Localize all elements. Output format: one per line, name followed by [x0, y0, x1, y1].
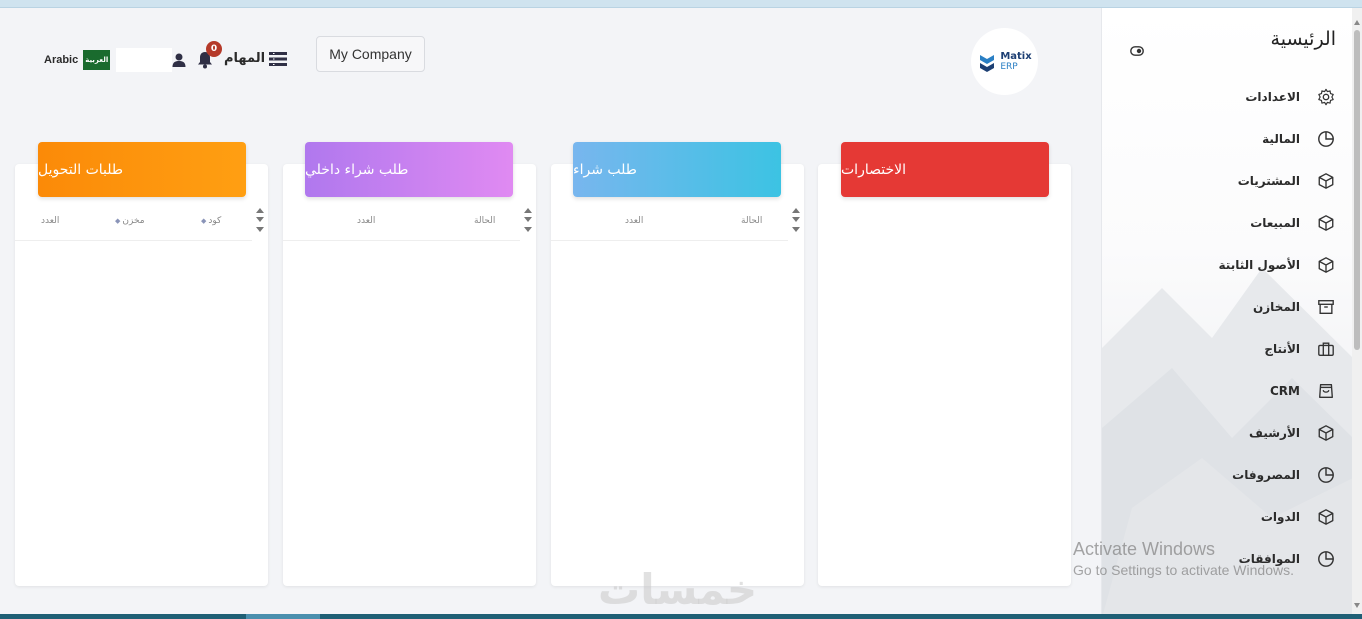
scroll-up-arrow[interactable] — [1354, 20, 1360, 25]
column-count[interactable]: العدد — [357, 216, 375, 226]
sidebar-toggle-icon[interactable] — [1130, 46, 1144, 56]
cube-icon — [1316, 423, 1336, 443]
notification-count-badge: 0 — [206, 41, 222, 57]
sort-icon: ◆ — [115, 217, 121, 225]
user-menu-button[interactable] — [172, 53, 186, 67]
shortcuts-card-header: الاختصارات — [841, 142, 1049, 197]
sidebar-item-7[interactable]: CRM — [1102, 370, 1352, 412]
column-status[interactable]: الحالة — [741, 216, 762, 226]
tasks-label: المهام — [224, 51, 266, 66]
cube-icon — [1316, 213, 1336, 233]
internal-purchase-request-scroll-stepper[interactable] — [524, 208, 534, 236]
company-selector-button[interactable]: My Company — [316, 36, 425, 72]
pie-chart-icon — [1316, 549, 1336, 569]
transfer-requests-title: طلبات التحويل — [38, 161, 124, 178]
archive-box-icon — [1316, 297, 1336, 317]
sidebar-item-0[interactable]: الاعدادات — [1102, 76, 1352, 118]
notifications-button[interactable]: 0 — [197, 41, 222, 70]
language-selector[interactable]: Arabic العربية — [44, 50, 111, 70]
sidebar-item-label: الأصول الثابتة — [1218, 258, 1300, 272]
sidebar: الرئيسية الاعدادات المالية المشتريات المبيع… — [1101, 8, 1352, 614]
pie-chart-icon — [1316, 465, 1336, 485]
window-top-strip — [0, 0, 1362, 8]
sidebar-item-5[interactable]: المخازن — [1102, 286, 1352, 328]
matix-erp-logo[interactable]: Matix ERP — [971, 28, 1038, 95]
briefcase-icon — [1316, 339, 1336, 359]
cube-icon — [1316, 255, 1336, 275]
activate-windows-title: Activate Windows — [1073, 539, 1216, 559]
sidebar-item-9[interactable]: المصروفات — [1102, 454, 1352, 496]
internal-purchase-request-title: طلب شراء داخلي — [305, 161, 409, 178]
taskbar-strip — [0, 614, 1362, 619]
saudi-flag-icon: العربية — [83, 50, 111, 70]
sort-icon: ◆ — [201, 217, 207, 225]
activate-windows-subtitle: Go to Settings to activate Windows. — [1073, 562, 1294, 578]
column-count[interactable]: العدد — [625, 216, 643, 226]
column-warehouse[interactable]: ◆ مخزن — [115, 216, 145, 226]
sidebar-item-label: الدوات — [1260, 510, 1300, 524]
transfer-requests-table-header: ◆ كود ◆ مخزن العدد — [15, 211, 252, 241]
shortcuts-card — [818, 164, 1071, 586]
tasks-list-icon — [269, 51, 288, 66]
sidebar-menu: الاعدادات المالية المشتريات المبيعات الأصول … — [1102, 76, 1352, 580]
internal-purchase-request-table-header: الحالة العدد — [283, 211, 520, 241]
sidebar-item-label: الأرشيف — [1249, 426, 1300, 440]
language-label: Arabic — [44, 54, 79, 66]
transfer-requests-card: ◆ كود ◆ مخزن العدد — [15, 164, 268, 586]
page-scrollbar[interactable] — [1352, 8, 1362, 614]
sidebar-item-6[interactable]: الأنتاج — [1102, 328, 1352, 370]
user-icon — [172, 53, 186, 67]
sidebar-item-2[interactable]: المشتريات — [1102, 160, 1352, 202]
internal-purchase-request-card-header: طلب شراء داخلي — [305, 142, 513, 197]
sidebar-item-label: الاعدادات — [1245, 90, 1300, 104]
sidebar-item-label: CRM — [1270, 384, 1300, 398]
sidebar-item-3[interactable]: المبيعات — [1102, 202, 1352, 244]
redacted-username — [116, 48, 172, 72]
cube-icon — [1316, 507, 1336, 527]
transfer-requests-card-header: طلبات التحويل — [38, 142, 246, 197]
scroll-down-arrow[interactable] — [1354, 603, 1360, 608]
purchase-request-card-header: طلب شراء — [573, 142, 781, 197]
purchase-request-scroll-stepper[interactable] — [792, 208, 802, 236]
column-code[interactable]: ◆ كود — [201, 216, 221, 226]
khamsat-watermark: خمسات — [598, 565, 758, 614]
purchase-request-title: طلب شراء — [573, 161, 637, 178]
shopping-bag-icon — [1316, 381, 1336, 401]
sidebar-item-label: المشتريات — [1237, 174, 1300, 188]
internal-purchase-request-card: الحالة العدد — [283, 164, 536, 586]
sidebar-item-4[interactable]: الأصول الثابتة — [1102, 244, 1352, 286]
sidebar-item-10[interactable]: الدوات — [1102, 496, 1352, 538]
pie-chart-icon — [1316, 129, 1336, 149]
transfer-requests-scroll-stepper[interactable] — [256, 208, 266, 236]
cube-icon — [1316, 171, 1336, 191]
logo-sub: ERP — [1000, 61, 1018, 72]
sidebar-item-label: المصروفات — [1232, 468, 1300, 482]
logo-mark-icon — [980, 54, 995, 72]
gear-icon — [1316, 87, 1336, 107]
sidebar-title-home[interactable]: الرئيسية — [1271, 28, 1336, 50]
logo-name: Matix — [1000, 50, 1032, 62]
scroll-thumb[interactable] — [1354, 30, 1360, 350]
tasks-menu[interactable]: المهام — [224, 51, 288, 66]
column-count[interactable]: العدد — [41, 216, 59, 226]
purchase-request-table-header: الحالة العدد — [551, 211, 788, 241]
sidebar-item-label: الأنتاج — [1264, 342, 1300, 356]
column-status[interactable]: الحالة — [474, 216, 495, 226]
purchase-request-card: الحالة العدد — [551, 164, 804, 586]
sidebar-item-label: المخازن — [1253, 300, 1300, 314]
activate-windows-watermark: Activate Windows Go to Settings to activ… — [1073, 539, 1294, 578]
sidebar-item-8[interactable]: الأرشيف — [1102, 412, 1352, 454]
sidebar-item-1[interactable]: المالية — [1102, 118, 1352, 160]
sidebar-item-label: المالية — [1262, 132, 1300, 146]
shortcuts-title: الاختصارات — [841, 161, 906, 178]
sidebar-item-label: المبيعات — [1250, 216, 1300, 230]
